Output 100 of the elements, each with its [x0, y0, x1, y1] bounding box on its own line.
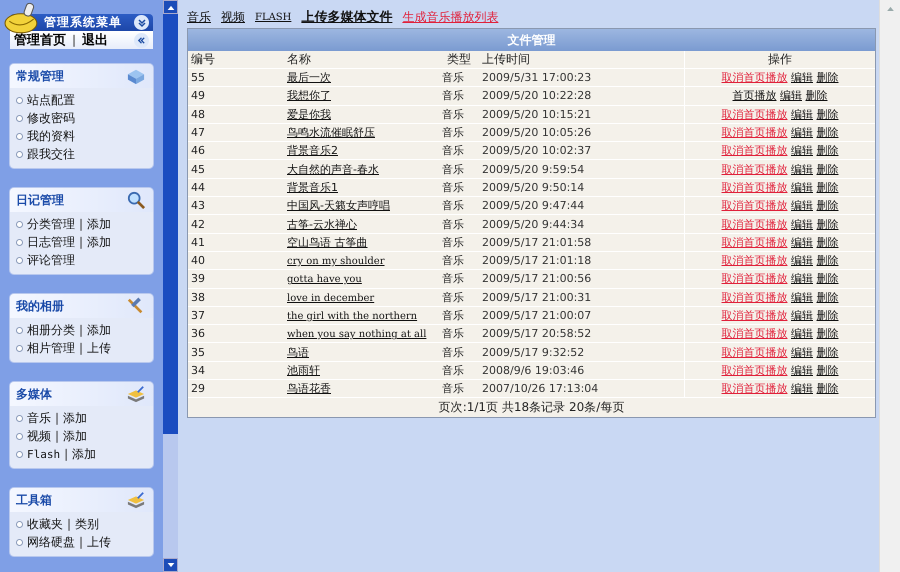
- edit-link[interactable]: 编辑: [791, 254, 813, 268]
- menu-link[interactable]: 相片管理: [27, 340, 75, 356]
- file-name-link[interactable]: the girl with the northern: [287, 311, 418, 322]
- file-name-link[interactable]: 背景音乐1: [287, 180, 338, 194]
- edit-link[interactable]: 编辑: [791, 126, 813, 140]
- scrollbar[interactable]: [879, 0, 900, 572]
- menu-link[interactable]: 上传: [87, 340, 112, 356]
- edit-link[interactable]: 编辑: [791, 218, 813, 231]
- homepage-play-link[interactable]: 取消首页播放: [722, 108, 788, 121]
- delete-link[interactable]: 删除: [816, 162, 838, 176]
- homepage-play-link[interactable]: 取消首页播放: [722, 364, 788, 377]
- file-name-link[interactable]: 大自然的声音-春水: [287, 162, 379, 176]
- collapse-button[interactable]: [134, 15, 149, 30]
- delete-link[interactable]: 删除: [816, 382, 838, 396]
- delete-link[interactable]: 删除: [816, 327, 838, 340]
- menu-link[interactable]: 站点配置: [27, 92, 75, 108]
- edit-link[interactable]: 编辑: [791, 364, 813, 377]
- homepage-play-link[interactable]: 首页播放: [732, 89, 776, 102]
- menu-link[interactable]: 我的资料: [27, 128, 75, 144]
- file-name-link[interactable]: when you say nothing at all: [287, 329, 426, 340]
- delete-link[interactable]: 删除: [816, 108, 838, 121]
- delete-link[interactable]: 删除: [816, 364, 838, 377]
- homepage-play-link[interactable]: 取消首页播放: [722, 144, 788, 158]
- file-name-link[interactable]: love in december: [287, 292, 374, 304]
- delete-link[interactable]: 删除: [816, 290, 838, 304]
- file-name-link[interactable]: 最后一次: [287, 71, 331, 84]
- menu-link[interactable]: 视频: [27, 428, 51, 444]
- menu-link[interactable]: 类别: [75, 516, 100, 532]
- edit-link[interactable]: 编辑: [791, 71, 813, 84]
- file-name-link[interactable]: 鸟语花香: [287, 382, 331, 396]
- nav-link[interactable]: 音乐: [187, 8, 211, 26]
- menu-link[interactable]: 添加: [87, 234, 112, 250]
- delete-link[interactable]: 删除: [816, 180, 838, 194]
- homepage-play-link[interactable]: 取消首页播放: [722, 199, 788, 212]
- file-name-link[interactable]: 鸟语: [287, 346, 309, 359]
- homepage-play-link[interactable]: 取消首页播放: [722, 346, 788, 359]
- menu-link[interactable]: 日志管理: [27, 234, 75, 250]
- menu-link[interactable]: 收藏夹: [27, 516, 63, 532]
- homepage-play-link[interactable]: 取消首页播放: [722, 254, 788, 268]
- edit-link[interactable]: 编辑: [791, 180, 813, 194]
- edit-link[interactable]: 编辑: [791, 272, 813, 286]
- homepage-play-link[interactable]: 取消首页播放: [722, 126, 788, 140]
- menu-link[interactable]: 上传: [87, 534, 112, 550]
- menu-link[interactable]: 添加: [87, 322, 112, 338]
- file-name-link[interactable]: 背景音乐2: [287, 144, 338, 158]
- file-name-link[interactable]: cry on my shoulder: [287, 256, 384, 268]
- homepage-play-link[interactable]: 取消首页播放: [722, 180, 788, 194]
- menu-link[interactable]: 添加: [63, 410, 88, 426]
- menu-link[interactable]: 相册分类: [27, 322, 75, 338]
- nav-link[interactable]: FLASH: [255, 12, 292, 22]
- edit-link[interactable]: 编辑: [780, 89, 802, 102]
- file-name-link[interactable]: 池雨轩: [287, 364, 320, 377]
- delete-link[interactable]: 删除: [816, 126, 838, 140]
- scroll-down-button[interactable]: [163, 558, 178, 572]
- edit-link[interactable]: 编辑: [791, 236, 813, 249]
- delete-link[interactable]: 删除: [816, 236, 838, 249]
- edit-link[interactable]: 编辑: [791, 309, 813, 322]
- delete-link[interactable]: 删除: [816, 144, 838, 158]
- edit-link[interactable]: 编辑: [791, 162, 813, 176]
- menu-link[interactable]: 音乐: [27, 410, 51, 426]
- file-name-link[interactable]: 古筝-云水禅心: [287, 218, 357, 231]
- file-name-link[interactable]: gotta have you: [287, 274, 362, 286]
- edit-link[interactable]: 编辑: [791, 108, 813, 121]
- file-name-link[interactable]: 鸟鸣水流催眠舒压: [287, 126, 375, 140]
- menu-link[interactable]: 评论管理: [27, 252, 75, 268]
- delete-link[interactable]: 删除: [816, 218, 838, 231]
- delete-link[interactable]: 删除: [806, 89, 828, 102]
- menu-link[interactable]: 网络硬盘: [27, 534, 75, 550]
- menu-link[interactable]: 修改密码: [27, 110, 75, 126]
- scrollbar[interactable]: [163, 0, 178, 572]
- menu-link[interactable]: Flash: [27, 448, 60, 460]
- edit-link[interactable]: 编辑: [791, 382, 813, 396]
- scroll-up-button[interactable]: [163, 0, 178, 14]
- menu-link[interactable]: 跟我交往: [27, 146, 75, 162]
- delete-link[interactable]: 删除: [816, 71, 838, 84]
- delete-link[interactable]: 删除: [816, 272, 838, 286]
- homepage-play-link[interactable]: 取消首页播放: [722, 272, 788, 286]
- scroll-thumb[interactable]: [163, 14, 178, 434]
- homepage-play-link[interactable]: 取消首页播放: [722, 290, 788, 304]
- homepage-play-link[interactable]: 取消首页播放: [722, 71, 788, 84]
- edit-link[interactable]: 编辑: [791, 290, 813, 304]
- delete-link[interactable]: 删除: [816, 346, 838, 359]
- homepage-play-link[interactable]: 取消首页播放: [722, 382, 788, 396]
- hide-menu-button[interactable]: [134, 32, 149, 48]
- file-name-link[interactable]: 中国风-天籁女声哼唱: [287, 199, 390, 212]
- file-name-link[interactable]: 我想你了: [287, 89, 331, 102]
- nav-link[interactable]: 视频: [221, 8, 245, 26]
- homepage-play-link[interactable]: 取消首页播放: [722, 236, 788, 249]
- homepage-play-link[interactable]: 取消首页播放: [722, 309, 788, 322]
- menu-link[interactable]: 添加: [63, 428, 88, 444]
- home-link[interactable]: 管理首页: [14, 31, 66, 49]
- delete-link[interactable]: 删除: [816, 254, 838, 268]
- file-name-link[interactable]: 爱是你我: [287, 108, 331, 121]
- file-name-link[interactable]: 空山鸟语 古筝曲: [287, 236, 368, 249]
- edit-link[interactable]: 编辑: [791, 144, 813, 158]
- delete-link[interactable]: 删除: [816, 199, 838, 212]
- menu-link[interactable]: 添加: [72, 446, 96, 462]
- homepage-play-link[interactable]: 取消首页播放: [722, 162, 788, 176]
- edit-link[interactable]: 编辑: [791, 327, 813, 340]
- logout-link[interactable]: 退出: [82, 31, 108, 49]
